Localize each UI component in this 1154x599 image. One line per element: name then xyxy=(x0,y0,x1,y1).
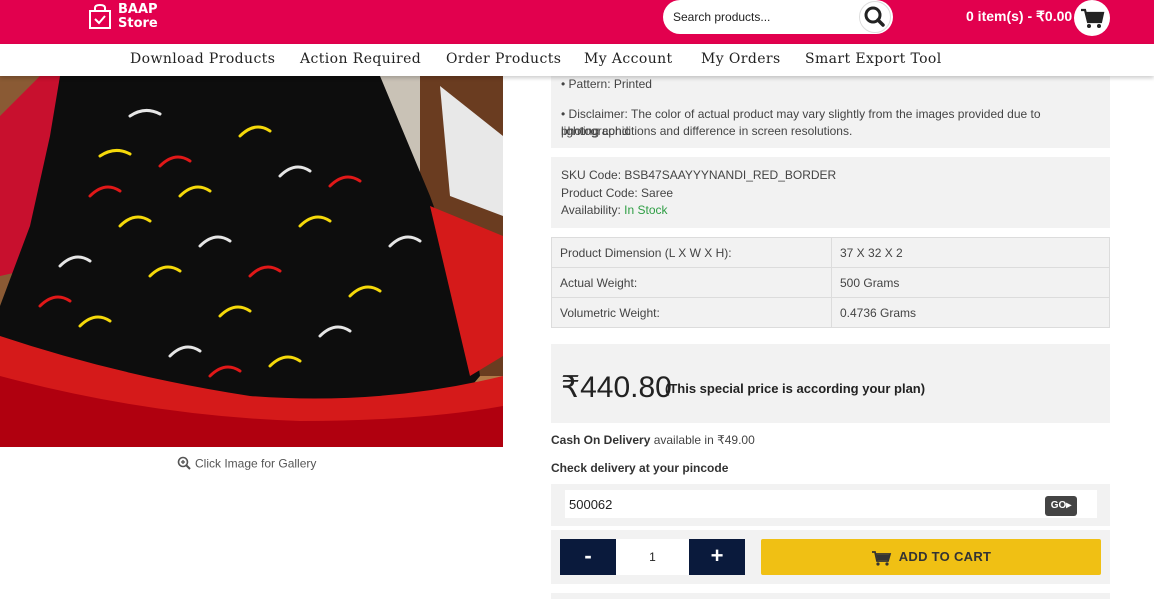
product-code: Product Code: Saree xyxy=(561,186,674,200)
quantity-increase-button[interactable]: + xyxy=(689,539,745,575)
nav-smart-export-tool[interactable]: Smart Export Tool xyxy=(805,51,942,67)
disclaimer-line-2: lighting conditions and difference in sc… xyxy=(561,124,853,138)
logo-line-1: BAAP xyxy=(118,2,158,17)
gallery-hint[interactable]: Click Image for Gallery xyxy=(177,456,316,473)
main-nav: Download Products Action Required Order … xyxy=(0,44,1154,76)
nav-download-products[interactable]: Download Products xyxy=(130,51,275,67)
cod-text: available in ₹49.00 xyxy=(650,433,755,447)
dimension-key: Product Dimension (L X W X H): xyxy=(551,237,832,268)
go-button[interactable]: GO▸ xyxy=(1045,496,1077,516)
nav-my-orders[interactable]: My Orders xyxy=(701,51,781,67)
table-row: Volumetric Weight: 0.4736 Grams xyxy=(551,297,1110,328)
product-image[interactable] xyxy=(0,76,503,447)
cart-icon xyxy=(871,550,891,566)
search-bar xyxy=(663,0,893,34)
pincode-input[interactable] xyxy=(565,490,1097,518)
cod-label: Cash On Delivery xyxy=(551,433,651,447)
cart-icon xyxy=(1081,8,1105,28)
gallery-hint-text: Click Image for Gallery xyxy=(195,456,317,471)
nav-my-account[interactable]: My Account xyxy=(584,51,673,67)
zoom-in-icon xyxy=(177,456,191,473)
table-row: Actual Weight: 500 Grams xyxy=(551,267,1110,298)
dimension-value: 0.4736 Grams xyxy=(831,297,1110,328)
pincode-box: GO▸ xyxy=(551,484,1110,526)
saree-photo xyxy=(0,76,503,447)
nav-order-products[interactable]: Order Products xyxy=(446,51,561,67)
store-logo[interactable]: BAAP Store xyxy=(86,3,172,33)
search-input[interactable] xyxy=(673,8,853,26)
add-to-cart-label: ADD TO CART xyxy=(898,549,992,564)
price-box: ₹440.80 (This special price is according… xyxy=(551,344,1110,423)
top-header: BAAP Store 0 item(s) - ₹0.00 xyxy=(0,0,1154,44)
cart-summary[interactable]: 0 item(s) - ₹0.00 xyxy=(966,8,1072,25)
cod-info: Cash On Delivery available in ₹49.00 xyxy=(551,433,755,447)
purchase-controls: - 1 + ADD TO CART xyxy=(551,530,1110,584)
dimension-value: 37 X 32 X 2 xyxy=(831,237,1110,268)
next-section-edge xyxy=(551,593,1110,599)
sku-code: SKU Code: BSB47SAAYYYNANDI_RED_BORDER xyxy=(561,168,837,182)
dimension-key: Volumetric Weight: xyxy=(551,297,832,328)
add-to-cart-button[interactable]: ADD TO CART xyxy=(761,539,1101,575)
availability-label: Availability: xyxy=(561,203,625,217)
product-description: • Pattern: Printed • Disclaimer: The col… xyxy=(551,76,1110,148)
search-button[interactable] xyxy=(859,1,891,33)
dimension-value: 500 Grams xyxy=(831,267,1110,298)
price-note: (This special price is according your pl… xyxy=(665,381,926,396)
dimension-key: Actual Weight: xyxy=(551,267,832,298)
logo-text: BAAP Store xyxy=(118,3,158,31)
quantity-decrease-button[interactable]: - xyxy=(560,539,616,575)
cart-button[interactable] xyxy=(1074,0,1110,36)
play-icon: ▸ xyxy=(1066,500,1072,511)
quantity-input[interactable]: 1 xyxy=(616,539,689,575)
availability-status: In Stock xyxy=(624,203,668,217)
availability: Availability: In Stock xyxy=(561,203,668,217)
table-row: Product Dimension (L X W X H): 37 X 32 X… xyxy=(551,237,1110,268)
go-label: GO xyxy=(1050,500,1067,511)
pincode-check-label: Check delivery at your pincode xyxy=(551,461,729,475)
search-icon xyxy=(864,6,885,27)
shopping-bag-icon xyxy=(89,4,111,29)
sku-info: SKU Code: BSB47SAAYYYNANDI_RED_BORDER Pr… xyxy=(551,157,1110,228)
nav-action-required[interactable]: Action Required xyxy=(300,51,421,67)
logo-line-2: Store xyxy=(118,16,158,31)
price-amount: ₹440.80 xyxy=(561,371,672,404)
dimensions-table: Product Dimension (L X W X H): 37 X 32 X… xyxy=(551,237,1110,328)
pattern-text: • Pattern: Printed xyxy=(561,77,652,91)
